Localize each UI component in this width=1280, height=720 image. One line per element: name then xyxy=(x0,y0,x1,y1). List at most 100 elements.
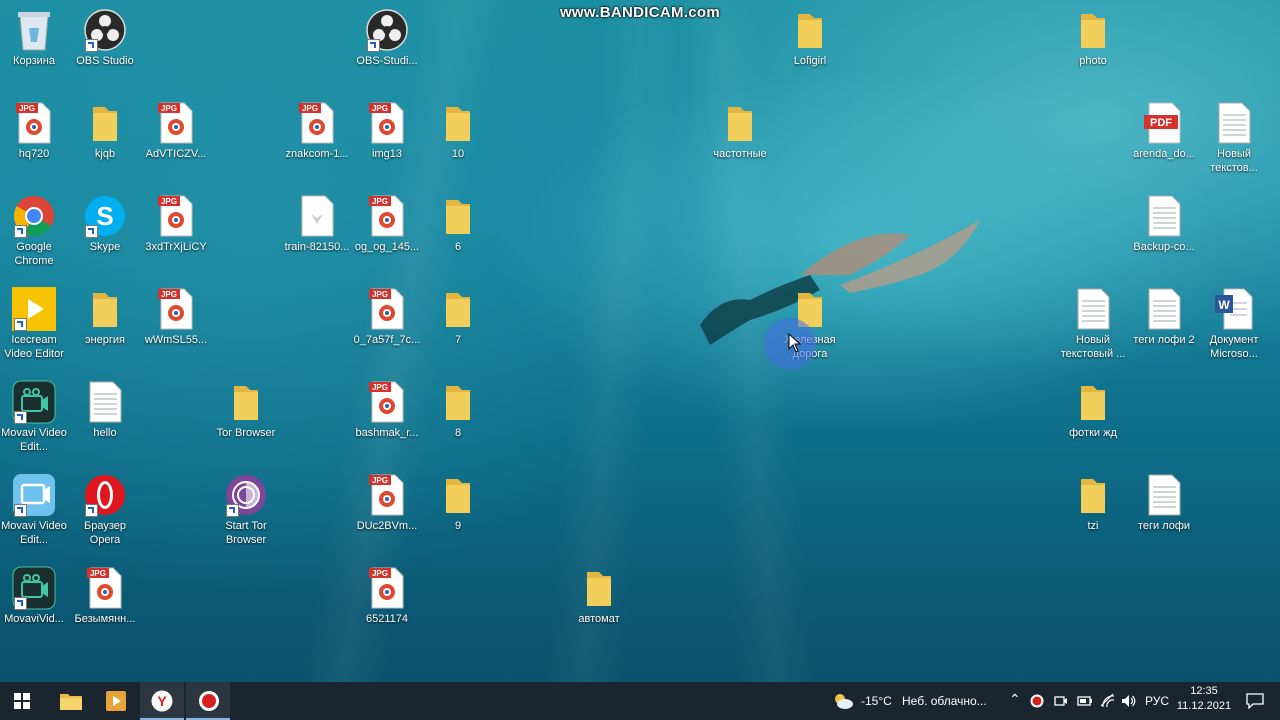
desktop-icon-jpg[interactable]: JPG img13 xyxy=(351,101,423,161)
desktop-icon-txt[interactable]: Новый текстов... xyxy=(1198,101,1270,175)
desktop-icon-jpg[interactable]: JPG 6521174 xyxy=(351,566,423,626)
camera-tray-icon[interactable] xyxy=(1054,694,1068,708)
desktop-icon-folder[interactable]: частотные xyxy=(704,101,776,161)
desktop-icon-label: энергия xyxy=(84,334,126,346)
desktop-icon-folder[interactable]: автомат xyxy=(563,566,635,626)
desktop-icon-opera[interactable]: Браузер Opera xyxy=(69,473,141,547)
desktop-icon-jpg[interactable]: JPG wWmSL55... xyxy=(140,287,212,347)
media-player-taskbar-button[interactable] xyxy=(94,682,138,720)
desktop-icon-label: hq720 xyxy=(18,148,50,160)
desktop-icon-folder[interactable]: 10 xyxy=(422,101,494,161)
jpg-icon: JPG xyxy=(365,287,409,331)
desktop-icon-jpg[interactable]: JPG bashmak_r... xyxy=(351,380,423,440)
desktop-icon-txt[interactable]: теги лофи xyxy=(1128,473,1200,533)
desktop-icon-folder[interactable]: фотки жд xyxy=(1057,380,1129,440)
desktop-icon-label: photo xyxy=(1079,55,1107,67)
desktop-icon-folder[interactable]: 7 xyxy=(422,287,494,347)
desktop-icon-label: автомат xyxy=(578,613,620,625)
clock[interactable]: 12:35 11.12.2021 xyxy=(1176,685,1232,712)
shortcut-arrow-icon xyxy=(14,318,27,331)
desktop-icon-folder[interactable]: Lofigirl xyxy=(774,8,846,68)
volume-tray-icon[interactable] xyxy=(1121,693,1137,709)
svg-text:S: S xyxy=(96,201,113,231)
bandicam-taskbar-button[interactable] xyxy=(186,682,230,720)
desktop-icon-label: Movavi Video Edit... xyxy=(1,427,67,453)
desktop-icon-icecream[interactable]: Icecream Video Editor xyxy=(0,287,70,361)
desktop-icon-folder[interactable]: 6 xyxy=(422,194,494,254)
txt-icon xyxy=(1212,101,1256,145)
battery-tray-icon[interactable] xyxy=(1077,694,1093,708)
show-hidden-icons-chevron-icon[interactable]: ⌃ xyxy=(1009,691,1021,708)
bandicam-record-icon xyxy=(199,691,219,711)
desktop-icon-jpg[interactable]: JPG hq720 xyxy=(0,101,70,161)
desktop-icon-folder[interactable]: tzi xyxy=(1057,473,1129,533)
desktop-icon-label: Безымянн... xyxy=(74,613,136,625)
desktop-icon-jpg[interactable]: JPG AdVTICZV... xyxy=(140,101,212,161)
desktop-icon-blank[interactable]: train-82150... xyxy=(281,194,353,254)
yandex-browser-taskbar-button[interactable]: Y xyxy=(140,682,184,720)
desktop-icon-label: train-82150... xyxy=(284,241,350,253)
desktop-icon-txt[interactable]: hello xyxy=(69,380,141,440)
jpg-icon: JPG xyxy=(365,566,409,610)
desktop-icon-pdf[interactable]: PDF arenda_do... xyxy=(1128,101,1200,161)
start-button[interactable] xyxy=(0,682,44,720)
desktop-icon-recycle[interactable]: Корзина xyxy=(0,8,70,68)
jpg-badge-label: JPG xyxy=(161,197,177,206)
blank-icon xyxy=(295,194,339,238)
shortcut-arrow-icon xyxy=(85,225,98,238)
folder-icon xyxy=(436,101,480,145)
desktop-icon-jpg[interactable]: JPG DUc2BVm... xyxy=(351,473,423,533)
jpg-icon: JPG xyxy=(295,101,339,145)
file-explorer-taskbar-button[interactable] xyxy=(48,682,92,720)
shortcut-arrow-icon xyxy=(85,504,98,517)
weather-temperature[interactable]: -15°C xyxy=(861,694,892,708)
desktop-icon-word[interactable]: W Документ Microso... xyxy=(1198,287,1270,361)
txt-icon xyxy=(83,380,127,424)
desktop-icon-label: znakcom-1... xyxy=(285,148,349,160)
desktop-icon-folder[interactable]: 9 xyxy=(422,473,494,533)
input-language-indicator[interactable]: РУС xyxy=(1145,694,1169,708)
jpg-icon: JPG xyxy=(154,194,198,238)
desktop-icon-jpg[interactable]: JPG 3xdTrXjLiCY xyxy=(140,194,212,254)
desktop-icon-folder[interactable]: kjqb xyxy=(69,101,141,161)
svg-text:Y: Y xyxy=(157,693,167,709)
desktop-icon-folder[interactable]: Tor Browser xyxy=(210,380,282,440)
folder-icon xyxy=(718,101,762,145)
bandicam-tray-record-icon[interactable] xyxy=(1030,694,1044,708)
desktop-icon-label: 3xdTrXjLiCY xyxy=(145,241,207,253)
desktop-icon-tor[interactable]: Start Tor Browser xyxy=(210,473,282,547)
desktop-icon-movavi[interactable]: Movavi Video Edit... xyxy=(0,380,70,454)
desktop-icon-movavi2[interactable]: Movavi Video Edit... xyxy=(0,473,70,547)
desktop-icon-skype[interactable]: S Skype xyxy=(69,194,141,254)
folder-icon xyxy=(83,287,127,331)
desktop-icon-chrome[interactable]: Google Chrome xyxy=(0,194,70,268)
shortcut-arrow-icon xyxy=(367,39,380,52)
desktop-icon-label: Новый текстовый ... xyxy=(1060,334,1126,360)
desktop-icon-obs[interactable]: OBS Studio xyxy=(69,8,141,68)
weather-description[interactable]: Неб. облачно... xyxy=(902,694,987,708)
desktop-icon-jpg[interactable]: JPG Безымянн... xyxy=(69,566,141,626)
desktop-icon-label: OBS-Studi... xyxy=(356,55,418,67)
jpg-badge-label: JPG xyxy=(161,290,177,299)
desktop-icon-txt[interactable]: Новый текстовый ... xyxy=(1057,287,1129,361)
desktop-icon-label: Start Tor Browser xyxy=(225,520,267,546)
media-player-icon xyxy=(106,691,126,711)
desktop-icon-movavi[interactable]: MovaviVid... xyxy=(0,566,70,626)
wifi-tray-icon[interactable] xyxy=(1100,693,1116,709)
shortcut-arrow-icon xyxy=(14,411,27,424)
clock-date: 11.12.2021 xyxy=(1176,700,1232,712)
desktop-icon-jpg[interactable]: JPG znakcom-1... xyxy=(281,101,353,161)
movavi-icon xyxy=(12,380,56,424)
desktop-icon-label: фотки жд xyxy=(1069,427,1117,439)
desktop-icon-jpg[interactable]: JPG 0_7a57f_7c... xyxy=(351,287,423,347)
desktop-icon-folder[interactable]: 8 xyxy=(422,380,494,440)
desktop-icon-jpg[interactable]: JPG og_og_145... xyxy=(351,194,423,254)
desktop-icon-txt[interactable]: теги лофи 2 xyxy=(1128,287,1200,347)
desktop-icon-folder[interactable]: энергия xyxy=(69,287,141,347)
desktop-icon-label: OBS Studio xyxy=(76,55,134,67)
jpg-badge-label: JPG xyxy=(372,476,388,485)
desktop-icon-txt[interactable]: Backup-co... xyxy=(1128,194,1200,254)
notifications-icon[interactable] xyxy=(1246,693,1264,709)
desktop-icon-obs[interactable]: OBS-Studi... xyxy=(351,8,423,68)
desktop-icon-folder[interactable]: photo xyxy=(1057,8,1129,68)
